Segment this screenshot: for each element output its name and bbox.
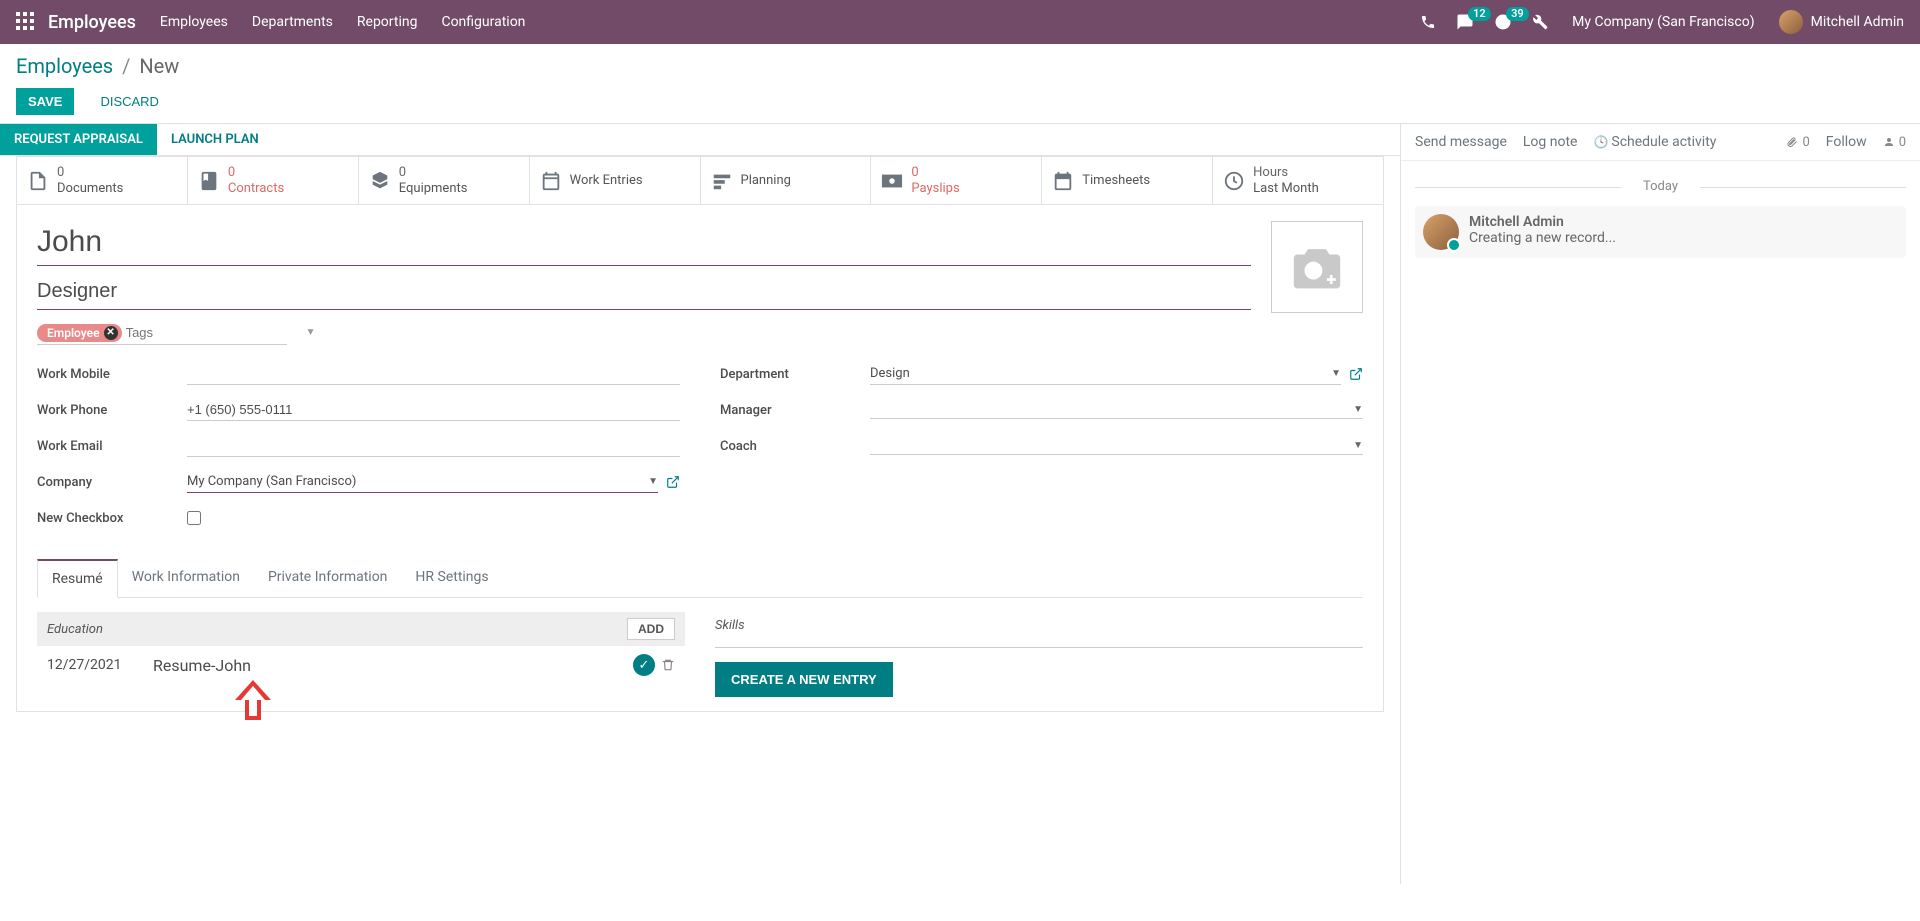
resume-entry[interactable]: 12/27/2021 Resume-John ✓ — [37, 646, 685, 684]
messaging-icon[interactable]: 12 — [1456, 13, 1474, 31]
planning-icon — [711, 170, 733, 192]
activity-badge: 39 — [1506, 7, 1529, 21]
activity-icon[interactable]: 39 — [1494, 13, 1512, 31]
stat-payslips[interactable]: 0Payslips — [871, 157, 1042, 204]
discard-button[interactable]: DISCARD — [88, 88, 171, 115]
tags-input[interactable] — [122, 323, 306, 342]
money-icon — [881, 170, 903, 192]
book-icon — [198, 170, 220, 192]
avatar-upload[interactable] — [1271, 221, 1363, 313]
new-checkbox[interactable] — [187, 511, 201, 525]
followers-count[interactable]: 0 — [1883, 135, 1906, 150]
trash-icon[interactable] — [661, 658, 675, 672]
launch-plan-button[interactable]: LAUNCH PLAN — [157, 124, 273, 155]
stat-equipments[interactable]: 0Equipments — [359, 157, 530, 204]
chat-badge: 12 — [1468, 7, 1491, 21]
tags-field[interactable]: Employee ✕ ▼ — [37, 323, 287, 345]
stat-work-entries[interactable]: Work Entries — [530, 157, 701, 204]
debug-icon[interactable] — [1532, 14, 1548, 30]
tag-remove-icon[interactable]: ✕ — [104, 326, 118, 340]
statusbar: REQUEST APPRAISAL LAUNCH PLAN — [0, 124, 1400, 156]
stat-planning[interactable]: Planning — [701, 157, 872, 204]
notebook-tabs: Resumé Work Information Private Informat… — [37, 559, 1363, 598]
document-icon — [27, 170, 49, 192]
chatter-message: Mitchell Admin Creating a new record... — [1415, 206, 1906, 258]
calendar-icon — [540, 170, 562, 192]
send-message-button[interactable]: Send message — [1415, 134, 1507, 150]
tag-employee: Employee ✕ — [37, 324, 122, 342]
tab-work-information[interactable]: Work Information — [118, 559, 254, 597]
chatter-date-separator: Today — [1415, 179, 1906, 194]
user-avatar — [1779, 10, 1803, 34]
request-appraisal-button[interactable]: REQUEST APPRAISAL — [0, 124, 157, 155]
nav-employees[interactable]: Employees — [160, 14, 228, 30]
skills-header: Skills — [715, 612, 1363, 648]
follow-button[interactable]: Follow — [1826, 134, 1867, 150]
phone-icon[interactable] — [1420, 14, 1436, 30]
cubes-icon — [369, 170, 391, 192]
stat-contracts[interactable]: 0Contracts — [188, 157, 359, 204]
apps-icon[interactable] — [16, 12, 36, 32]
nav-reporting[interactable]: Reporting — [357, 14, 418, 30]
check-icon[interactable]: ✓ — [633, 654, 655, 676]
employee-name-input[interactable] — [37, 221, 1251, 266]
stat-hours-last-month[interactable]: HoursLast Month — [1213, 157, 1383, 204]
chevron-down-icon: ▼ — [306, 327, 316, 338]
resume-add-button[interactable]: ADD — [627, 618, 675, 640]
resume-section-header: Education ADD — [37, 612, 685, 646]
button-box: 0Documents 0Contracts 0Equipments Work E… — [17, 157, 1383, 205]
external-link-icon[interactable] — [1349, 367, 1363, 381]
company-selector[interactable]: My Company (San Francisco) — [1572, 14, 1754, 30]
tab-resume[interactable]: Resumé — [37, 559, 118, 598]
work-email-input[interactable] — [187, 435, 680, 457]
work-mobile-input[interactable] — [187, 363, 680, 385]
app-title: Employees — [48, 12, 136, 33]
work-phone-input[interactable] — [187, 399, 680, 421]
top-navbar: Employees Employees Departments Reportin… — [0, 0, 1920, 44]
user-menu[interactable]: Mitchell Admin — [1779, 10, 1904, 34]
manager-select[interactable]: ▼ — [870, 401, 1363, 419]
chatter: Send message Log note Schedule activity … — [1400, 124, 1920, 884]
job-title-input[interactable] — [37, 276, 1251, 310]
control-panel: Employees / New SAVE DISCARD — [0, 44, 1920, 123]
create-skill-entry-button[interactable]: CREATE A NEW ENTRY — [715, 662, 893, 697]
attachments-count[interactable]: 0 — [1786, 135, 1809, 150]
stat-timesheets[interactable]: Timesheets — [1042, 157, 1213, 204]
schedule-activity-button[interactable]: Schedule activity — [1593, 134, 1716, 150]
form-sheet: 0Documents 0Contracts 0Equipments Work E… — [16, 156, 1384, 712]
stat-documents[interactable]: 0Documents — [17, 157, 188, 204]
external-link-icon[interactable] — [666, 475, 680, 489]
breadcrumb-root[interactable]: Employees — [16, 54, 113, 78]
coach-select[interactable]: ▼ — [870, 437, 1363, 455]
calendar-icon — [1052, 170, 1074, 192]
user-name: Mitchell Admin — [1811, 14, 1904, 30]
department-select[interactable]: Design▼ — [870, 363, 1341, 385]
tab-hr-settings[interactable]: HR Settings — [401, 559, 502, 597]
nav-departments[interactable]: Departments — [252, 14, 333, 30]
breadcrumb-leaf: New — [139, 54, 179, 78]
message-avatar — [1423, 214, 1459, 250]
breadcrumb: Employees / New — [16, 54, 1904, 78]
clock-icon — [1223, 170, 1245, 192]
save-button[interactable]: SAVE — [16, 88, 74, 115]
company-select[interactable]: My Company (San Francisco)▼ — [187, 471, 658, 493]
log-note-button[interactable]: Log note — [1523, 134, 1578, 150]
tab-private-information[interactable]: Private Information — [254, 559, 401, 597]
nav-configuration[interactable]: Configuration — [441, 14, 525, 30]
